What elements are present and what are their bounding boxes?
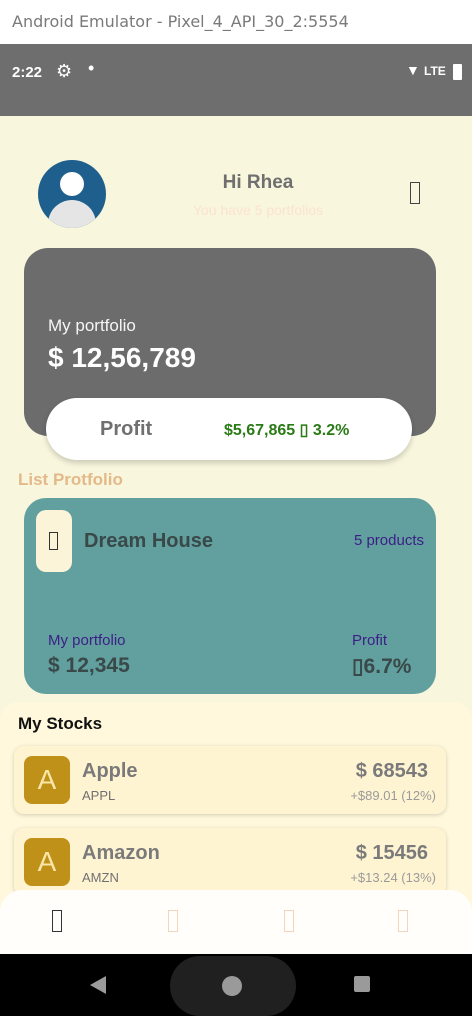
stock-name: Apple: [82, 760, 138, 782]
stock-row[interactable]: A Amazon AMZN $ 15456 +$13.24 (13%): [14, 828, 446, 896]
portfolio-item-icon-box: [36, 510, 72, 572]
status-time: 2:22: [12, 64, 43, 81]
list-portfolio-heading: List Protfolio: [18, 470, 123, 489]
portfolio-item-card[interactable]: Dream House 5 products My portfolio $ 12…: [24, 498, 436, 694]
home-button[interactable]: [170, 956, 296, 1016]
bottom-navigation: [0, 890, 472, 954]
my-stocks-heading: My Stocks: [18, 714, 103, 733]
stock-logo: A: [24, 756, 70, 804]
portfolio-item-name: Dream House: [84, 530, 213, 552]
avatar[interactable]: [38, 160, 106, 228]
wallet-icon[interactable]: [168, 910, 178, 932]
portfolio-item-profit-label: Profit: [352, 632, 388, 649]
profit-pill[interactable]: Profit $5,67,865 ▯ 3.2%: [46, 398, 412, 460]
profile-icon[interactable]: [398, 910, 408, 932]
stock-ticker: AMZN: [82, 870, 119, 885]
house-icon: [49, 532, 58, 550]
stock-logo: A: [24, 838, 70, 886]
profit-value: $5,67,865 ▯ 3.2%: [224, 422, 350, 439]
wifi-icon: ▼: [406, 62, 420, 78]
gear-icon: ⚙: [56, 61, 73, 81]
window-title: Android Emulator - Pixel_4_API_30_2:5554: [12, 12, 349, 31]
greeting-text: Hi Rhea: [222, 172, 294, 193]
battery-icon: [453, 64, 462, 80]
stock-ticker: APPL: [82, 788, 116, 803]
app-screen: Hi Rhea You have 5 portfolios My portfol…: [0, 116, 472, 954]
home-icon[interactable]: [52, 910, 62, 932]
stock-change: +$89.01 (12%): [350, 788, 436, 803]
portfolio-item-value: $ 12,345: [48, 654, 130, 677]
stock-change: +$13.24 (13%): [350, 870, 436, 885]
home-circle-icon: [222, 976, 242, 996]
avatar-body-icon: [48, 200, 96, 228]
back-icon[interactable]: [90, 976, 106, 994]
avatar-head-icon: [60, 172, 84, 196]
portfolio-item-profit-value: ▯6.7%: [352, 655, 412, 678]
portfolio-item-value-label: My portfolio: [48, 632, 126, 649]
portfolio-label: My portfolio: [48, 316, 136, 335]
network-label: LTE: [424, 64, 446, 78]
notification-dot-icon: •: [88, 58, 95, 78]
chart-icon[interactable]: [284, 910, 294, 932]
stock-name: Amazon: [82, 842, 160, 864]
portfolio-item-product-count: 5 products: [353, 532, 424, 549]
stock-price: $ 68543: [355, 760, 428, 782]
profit-label: Profit: [100, 418, 153, 440]
stock-price: $ 15456: [355, 842, 428, 864]
notification-icon[interactable]: [410, 182, 420, 204]
recent-apps-icon[interactable]: [354, 976, 370, 992]
portfolio-value: $ 12,56,789: [48, 342, 196, 373]
portfolio-count-subtitle: You have 5 portfolios: [192, 202, 324, 218]
status-bar: 2:22 ⚙ • ▼ LTE: [0, 44, 472, 116]
system-navigation-bar: [0, 954, 472, 1016]
emulator-title-bar: Android Emulator - Pixel_4_API_30_2:5554: [0, 0, 472, 44]
stock-row[interactable]: A Apple APPL $ 68543 +$89.01 (12%): [14, 746, 446, 814]
